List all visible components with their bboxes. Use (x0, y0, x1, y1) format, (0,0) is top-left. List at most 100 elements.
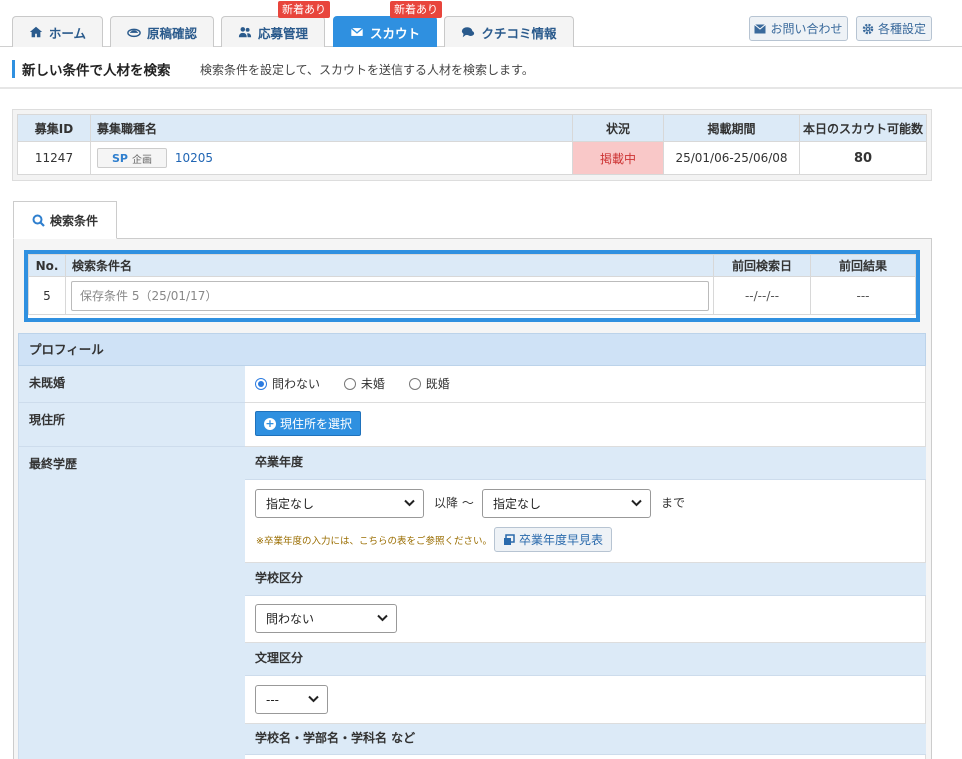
grad-year-from-value: 指定なし (266, 497, 315, 511)
page-title: 新しい条件で人材を検索 (22, 63, 171, 79)
plus-icon: + (264, 416, 276, 430)
grad-year-table-button[interactable]: 卒業年度早見表 (494, 527, 613, 552)
condition-name-input[interactable] (71, 280, 709, 311)
chevron-down-icon (631, 499, 642, 507)
new-badge-scout: 新着あり (390, 1, 442, 18)
manuscript-icon (127, 28, 141, 38)
col-job-id: 募集ID (17, 114, 91, 142)
col-period: 掲載期間 (663, 114, 800, 142)
last-result: --- (810, 276, 916, 315)
radio-label: 既婚 (425, 377, 450, 391)
col-scout-count: 本日のスカウト可能数 (799, 114, 927, 142)
job-period: 25/01/06-25/06/08 (663, 141, 800, 175)
col-no: No. (28, 254, 66, 277)
tab-applications[interactable]: 応募管理 (221, 16, 325, 47)
job-info-box: 募集ID 募集職種名 状況 掲載期間 本日のスカウト可能数 11247 SP 企画… (12, 109, 932, 181)
tab-home[interactable]: ホーム (12, 16, 103, 47)
col-job-name: 募集職種名 (90, 114, 573, 142)
condition-name-cell (65, 276, 714, 315)
users-icon (238, 27, 252, 38)
col-last-result: 前回結果 (810, 254, 916, 277)
job-name-link[interactable]: 10205 (175, 151, 213, 165)
grad-year-to-select[interactable]: 指定なし (482, 489, 651, 518)
envelope-icon (754, 23, 767, 33)
address-label: 現住所 (18, 403, 245, 447)
condition-box: No. 検索条件名 前回検索日 前回結果 5 --/--/-- --- (24, 250, 920, 322)
sp-plan-button[interactable]: SP 企画 (97, 148, 167, 168)
select-address-label: 現住所を選択 (280, 417, 353, 431)
bunri-title: 文理区分 (245, 643, 926, 676)
condition-no: 5 (28, 276, 66, 315)
tab-scout[interactable]: スカウト (333, 16, 437, 47)
status-badge: 掲載中 (572, 141, 664, 175)
marital-radio-single[interactable]: 未婚 (343, 375, 385, 392)
tab-manuscript-label: 原稿確認 (146, 25, 197, 41)
home-icon (29, 26, 43, 38)
grad-year-from-select[interactable]: 指定なし (255, 489, 424, 518)
select-address-button[interactable]: + 現住所を選択 (255, 411, 362, 436)
grad-year-end-text: まで (661, 496, 686, 510)
tab-reviews-label: クチコミ情報 (481, 25, 557, 41)
radio-unselected (408, 377, 421, 390)
search-tab-label: 検索条件 (49, 213, 98, 228)
mail-icon (350, 27, 364, 36)
school-type-title: 学校区分 (245, 563, 926, 596)
job-table: 募集ID 募集職種名 状況 掲載期間 本日のスカウト可能数 11247 SP 企画… (17, 114, 927, 175)
title-accent-bar (12, 60, 15, 78)
bunri-value: --- (266, 692, 279, 707)
marital-radio-married[interactable]: 既婚 (408, 375, 450, 392)
profile-section-header: プロフィール (18, 333, 926, 366)
external-window-icon (504, 533, 515, 545)
job-id: 11247 (17, 141, 91, 175)
sp-label: SP (112, 151, 128, 165)
radio-label: 問わない (272, 377, 321, 391)
col-status: 状況 (572, 114, 664, 142)
settings-label: 各種設定 (877, 22, 926, 36)
tab-home-label: ホーム (48, 25, 87, 41)
contact-button[interactable]: お問い合わせ (749, 16, 848, 41)
marital-options: 問わない 未婚 既婚 (245, 366, 926, 403)
col-condition-name: 検索条件名 (65, 254, 714, 277)
chevron-down-icon (308, 695, 319, 703)
new-badge-applications: 新着あり (278, 1, 330, 18)
tab-search-conditions[interactable]: 検索条件 (13, 201, 117, 239)
grad-year-middle-text: 以降 ～ (434, 496, 474, 510)
condition-table: No. 検索条件名 前回検索日 前回結果 5 --/--/-- --- (28, 254, 916, 315)
radio-label: 未婚 (360, 377, 385, 391)
top-navigation: ホーム 原稿確認 応募管理 新着あり スカウト 新着あり クチコミ情報 お問い合… (0, 0, 962, 47)
last-search-date: --/--/-- (713, 276, 811, 315)
contact-label: お問い合わせ (770, 22, 843, 36)
settings-button[interactable]: 各種設定 (856, 16, 932, 41)
page-header: 新しい条件で人材を検索 検索条件を設定して、スカウトを送信する人材を検索します。 (0, 47, 962, 89)
school-type-value: 問わない (266, 612, 315, 626)
school-name-cell (245, 755, 926, 759)
scout-count: 80 (799, 141, 927, 175)
education-label: 最終学歴 (18, 447, 245, 759)
bunri-cell (245, 676, 926, 724)
table-row: 5 --/--/-- --- (28, 276, 916, 315)
col-last-date: 前回検索日 (713, 254, 811, 277)
gear-icon (862, 23, 874, 34)
chevron-down-icon (377, 614, 388, 622)
grad-year-table-label: 卒業年度早見表 (519, 533, 604, 547)
grad-year-title: 卒業年度 (245, 447, 926, 480)
tab-manuscript[interactable]: 原稿確認 (110, 16, 214, 47)
tab-scout-label: スカウト (369, 25, 420, 41)
job-name-cell: SP 企画 10205 (90, 141, 573, 175)
grad-year-note: ※卒業年度の入力には、こちらの表をご参照ください。 (256, 536, 492, 547)
school-type-select[interactable]: 問わない (255, 604, 397, 633)
radio-selected (255, 377, 267, 390)
school-name-title: 学校名・学部名・学科名 など (245, 724, 926, 755)
search-icon (32, 214, 45, 227)
address-cell: + 現住所を選択 (245, 403, 926, 447)
tab-applications-label: 応募管理 (257, 25, 308, 41)
table-row: 11247 SP 企画 10205 掲載中 25/01/06-25/06/08 8… (17, 141, 927, 175)
chat-icon (462, 27, 475, 38)
tab-reviews[interactable]: クチコミ情報 (444, 16, 574, 47)
marital-radio-any[interactable]: 問わない (255, 375, 320, 392)
grad-year-to-value: 指定なし (493, 497, 542, 511)
radio-unselected (343, 377, 356, 390)
chevron-down-icon (404, 499, 415, 507)
marital-label: 未既婚 (18, 366, 245, 403)
bunri-select[interactable]: --- (255, 685, 328, 714)
